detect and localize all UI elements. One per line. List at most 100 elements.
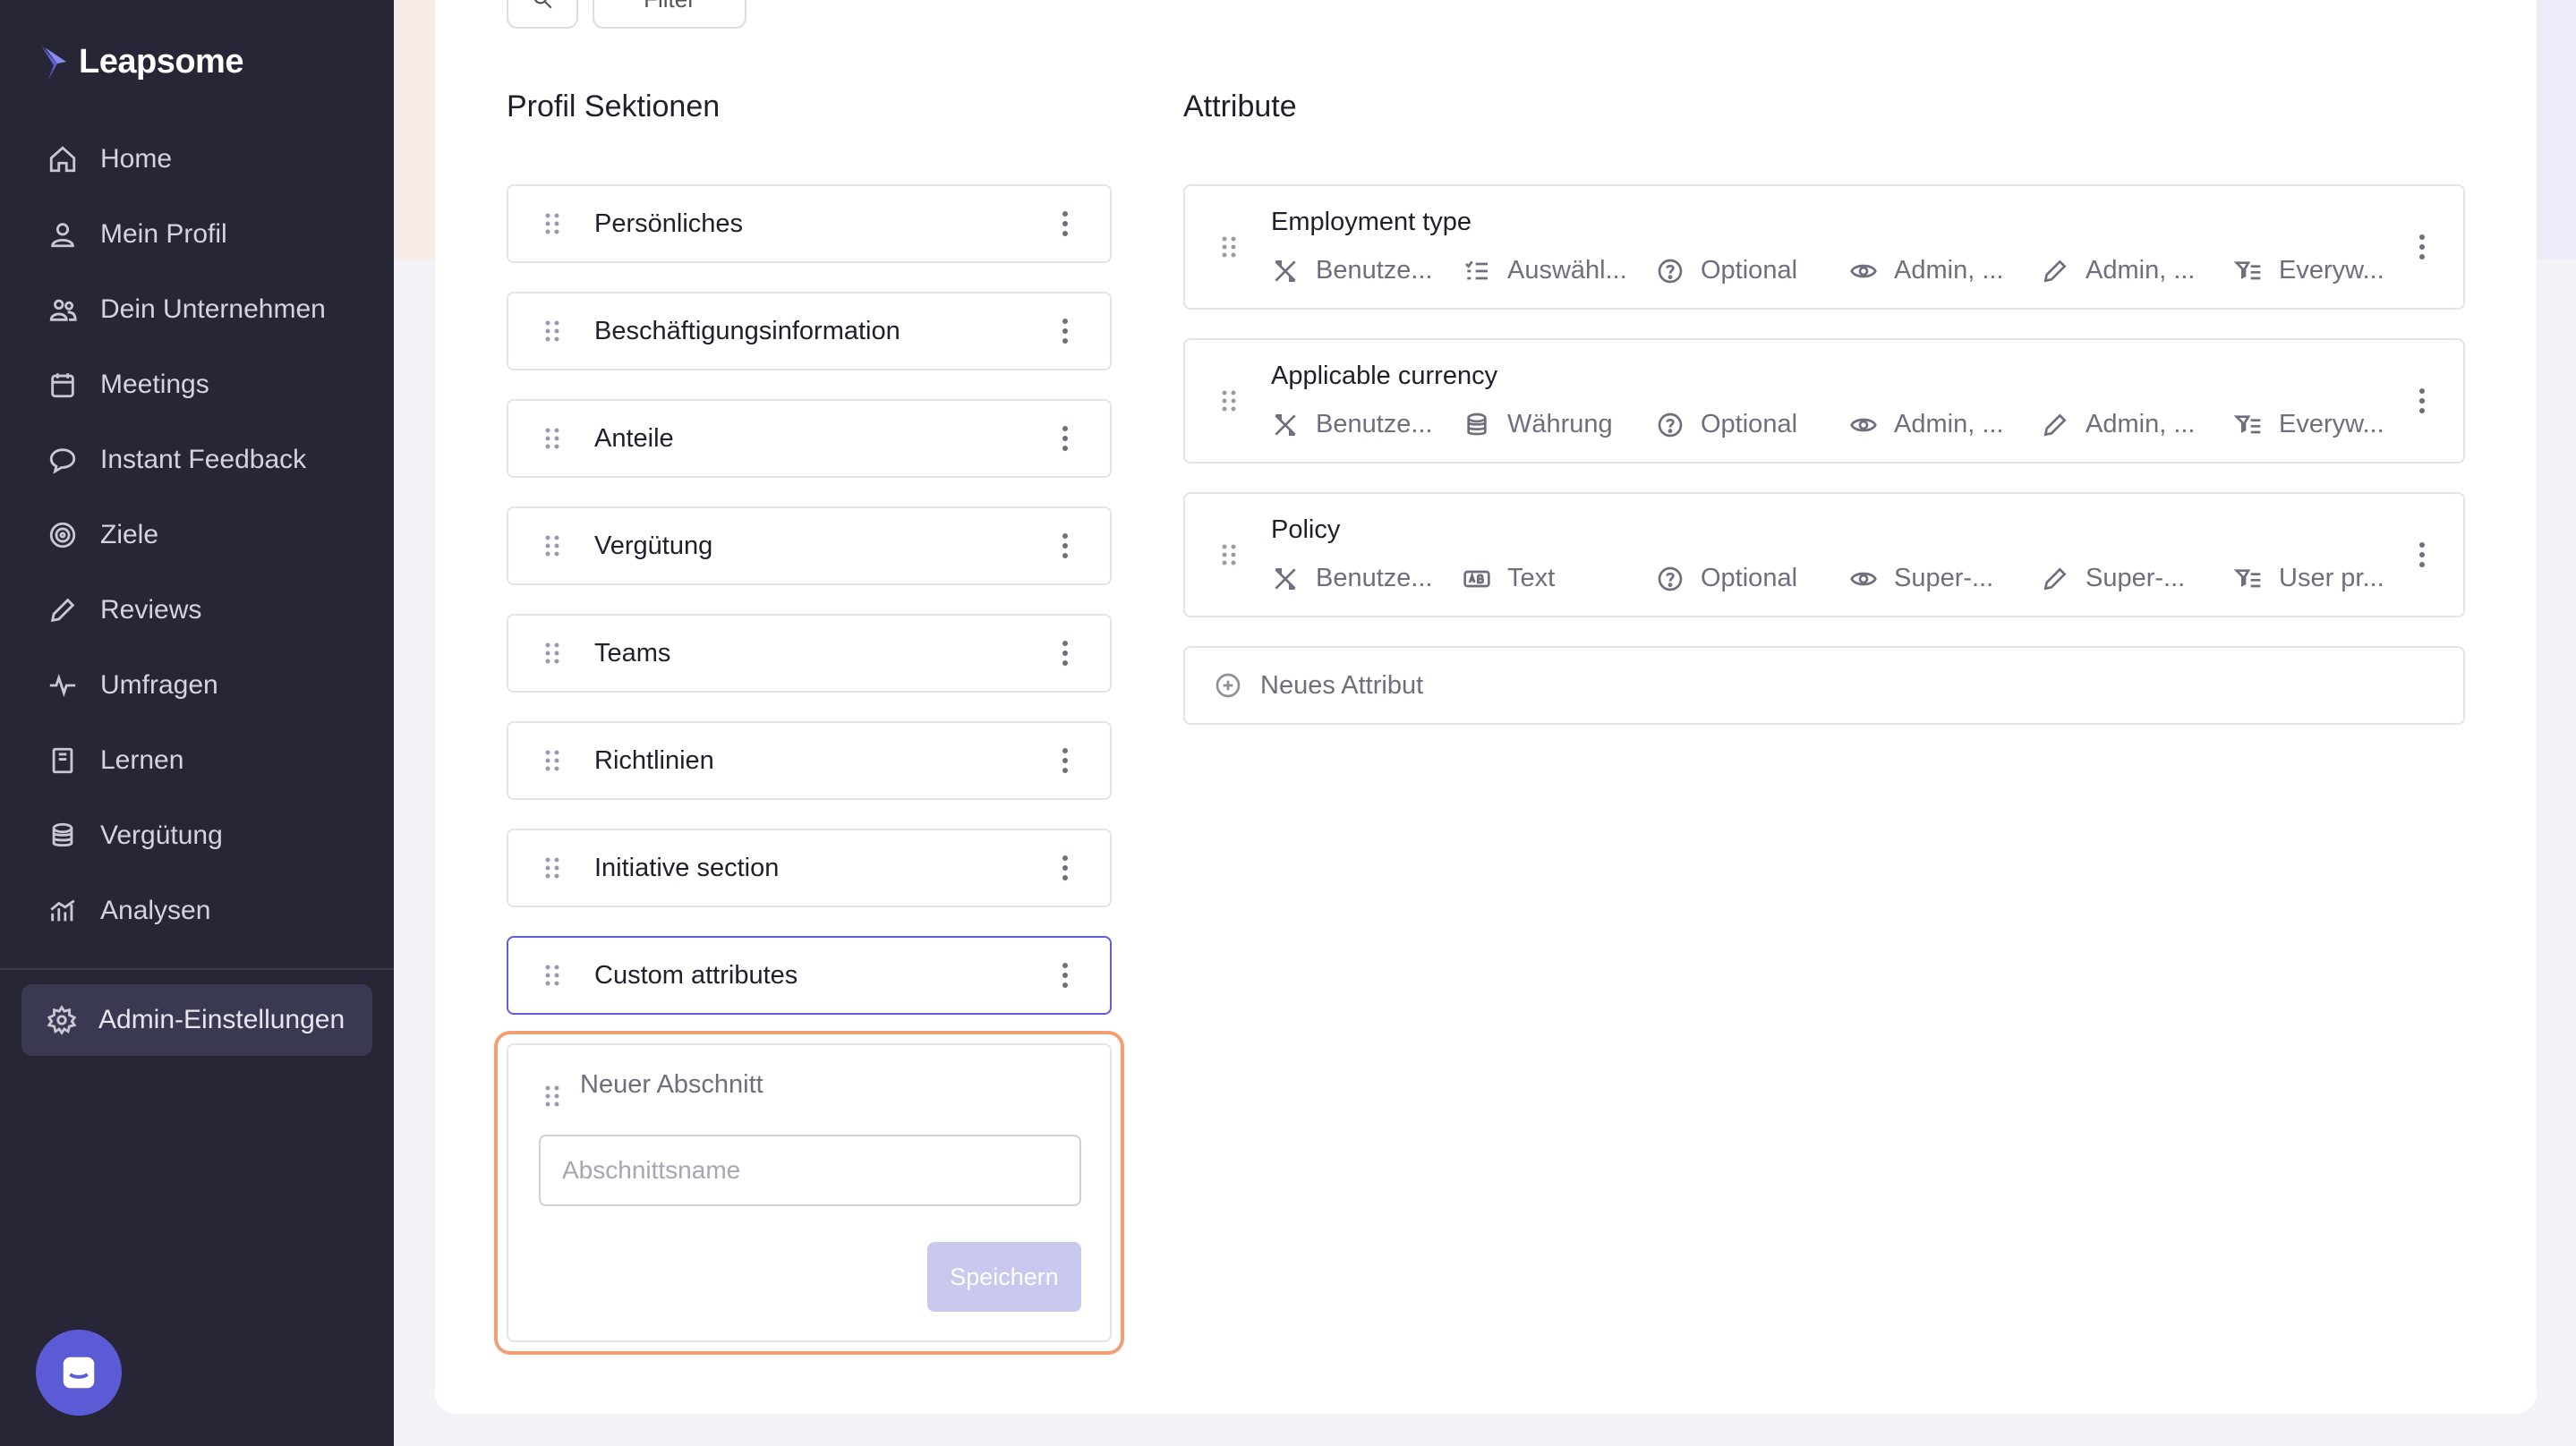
pencil-icon	[2043, 259, 2067, 282]
filter-list-icon	[2234, 568, 2261, 587]
drag-handle-icon[interactable]	[544, 319, 560, 343]
drag-handle-icon[interactable]	[1221, 389, 1237, 413]
section-item[interactable]: Beschäftigungsinformation	[507, 292, 1112, 370]
leapsome-logo[interactable]: Leapsome	[39, 43, 243, 81]
more-menu-icon[interactable]	[2418, 387, 2426, 414]
more-menu-icon[interactable]	[1062, 747, 1069, 774]
sidebar-item-label: Mein Profil	[100, 219, 227, 249]
new-attribute-button[interactable]: Neues Attribut	[1183, 646, 2465, 725]
drag-handle-icon[interactable]	[1221, 235, 1237, 259]
coins-icon	[1467, 413, 1487, 435]
section-item[interactable]: Initiative section	[507, 829, 1112, 907]
more-menu-icon[interactable]	[1062, 210, 1069, 237]
save-button[interactable]: Speichern	[927, 1242, 1081, 1312]
logo-text: Leapsome	[79, 43, 243, 81]
logo-bird-icon	[41, 45, 66, 80]
sidebar-item-admin-einstellungen[interactable]: Admin-Einstellungen	[21, 984, 372, 1056]
attributes-heading: Attribute	[1183, 89, 1297, 123]
eye-icon	[1850, 264, 1877, 277]
attribute-source: Benutze...	[1271, 410, 1433, 439]
sidebar-item-label: Dein Unternehmen	[100, 294, 326, 324]
more-menu-icon[interactable]	[1062, 962, 1069, 989]
filter-button[interactable]: Filter	[593, 0, 746, 29]
attribute-item[interactable]: Employment type Benutze... Auswähl... Op…	[1183, 184, 2465, 310]
eye-icon	[1850, 572, 1877, 585]
sidebar-item-home[interactable]: Home	[47, 134, 172, 184]
sidebar-item-instant-feedback[interactable]: Instant Feedback	[47, 435, 306, 485]
drag-handle-icon[interactable]	[544, 749, 560, 772]
attribute-item[interactable]: Policy Benutze... Text Optional Super-..…	[1183, 492, 2465, 617]
drag-handle-icon[interactable]	[544, 427, 560, 450]
drag-handle-icon[interactable]	[544, 856, 560, 880]
drag-handle-icon[interactable]	[544, 964, 560, 987]
chart-icon	[47, 895, 79, 927]
attribute-required: Optional	[1656, 564, 1797, 593]
sidebar-item-ziele[interactable]: Ziele	[47, 510, 158, 560]
search-button[interactable]	[507, 0, 578, 29]
more-menu-icon[interactable]	[1062, 532, 1069, 559]
sidebar-item-label: Meetings	[100, 370, 209, 399]
calendar-icon	[47, 369, 79, 401]
section-item[interactable]: Vergütung	[507, 506, 1112, 585]
user-icon	[47, 218, 79, 251]
section-item[interactable]: Persönliches	[507, 184, 1112, 263]
section-item[interactable]: Anteile	[507, 399, 1112, 478]
pencil-icon	[2043, 566, 2067, 590]
plus-circle-icon	[1215, 673, 1241, 698]
coins-icon	[47, 820, 79, 852]
section-label: Anteile	[594, 423, 674, 453]
sidebar-item-mein-profil[interactable]: Mein Profil	[47, 209, 227, 259]
section-item-selected[interactable]: Custom attributes	[507, 936, 1112, 1015]
sidebar-item-meetings[interactable]: Meetings	[47, 360, 209, 410]
attribute-scope: Everyw...	[2234, 410, 2384, 439]
new-section-title: Neuer Abschnitt	[580, 1070, 763, 1099]
more-menu-icon[interactable]	[1062, 318, 1069, 344]
section-item[interactable]: Teams	[507, 614, 1112, 693]
search-icon	[533, 0, 552, 9]
sidebar-item-label: Umfragen	[100, 670, 218, 700]
sidebar-item-lernen[interactable]: Lernen	[47, 736, 183, 786]
attribute-item[interactable]: Applicable currency Benutze... Währung O…	[1183, 338, 2465, 464]
more-menu-icon[interactable]	[1062, 425, 1069, 452]
help-circle-icon	[1658, 259, 1683, 283]
sidebar-item-label: Home	[100, 144, 173, 174]
more-menu-icon[interactable]	[1062, 640, 1069, 667]
sidebar-item-label: Vergütung	[100, 821, 223, 850]
tools-icon	[1275, 413, 1296, 436]
attribute-name: Applicable currency	[1271, 362, 1498, 390]
section-label: Beschäftigungsinformation	[594, 316, 900, 345]
attribute-scope: User pr...	[2234, 564, 2384, 593]
sidebar-item-verguetung[interactable]: Vergütung	[47, 811, 223, 861]
sidebar-item-label: Reviews	[100, 595, 202, 625]
sidebar-item-reviews[interactable]: Reviews	[47, 585, 201, 635]
drag-handle-icon[interactable]	[544, 642, 560, 665]
target-icon	[47, 519, 79, 551]
filter-list-icon	[2234, 260, 2261, 279]
sections-heading: Profil Sektionen	[507, 89, 721, 123]
section-label: Initiative section	[594, 853, 780, 882]
sidebar-item-umfragen[interactable]: Umfragen	[47, 660, 218, 710]
attribute-source: Benutze...	[1271, 256, 1433, 285]
attribute-source: Benutze...	[1271, 564, 1433, 593]
drag-handle-icon[interactable]	[544, 1084, 560, 1108]
attribute-type: Text	[1463, 564, 1555, 593]
new-section-form: Neuer Abschnitt Speichern	[507, 1043, 1112, 1342]
sidebar-item-dein-unternehmen[interactable]: Dein Unternehmen	[47, 285, 326, 335]
sidebar-item-analysen[interactable]: Analysen	[47, 886, 210, 936]
section-label: Custom attributes	[594, 960, 798, 990]
drag-handle-icon[interactable]	[1221, 543, 1237, 566]
filter-list-icon	[2234, 414, 2261, 433]
support-chat-button[interactable]	[36, 1330, 122, 1416]
attribute-name: Policy	[1271, 515, 1341, 544]
book-icon	[47, 744, 79, 777]
drag-handle-icon[interactable]	[544, 212, 560, 235]
drag-handle-icon[interactable]	[544, 534, 560, 557]
section-item[interactable]: Richtlinien	[507, 721, 1112, 800]
section-name-input[interactable]	[539, 1135, 1081, 1206]
users-icon	[47, 293, 79, 326]
more-menu-icon[interactable]	[1062, 855, 1069, 881]
more-menu-icon[interactable]	[2418, 234, 2426, 260]
chat-icon	[63, 1357, 95, 1389]
more-menu-icon[interactable]	[2418, 541, 2426, 568]
tools-icon	[1275, 259, 1296, 282]
